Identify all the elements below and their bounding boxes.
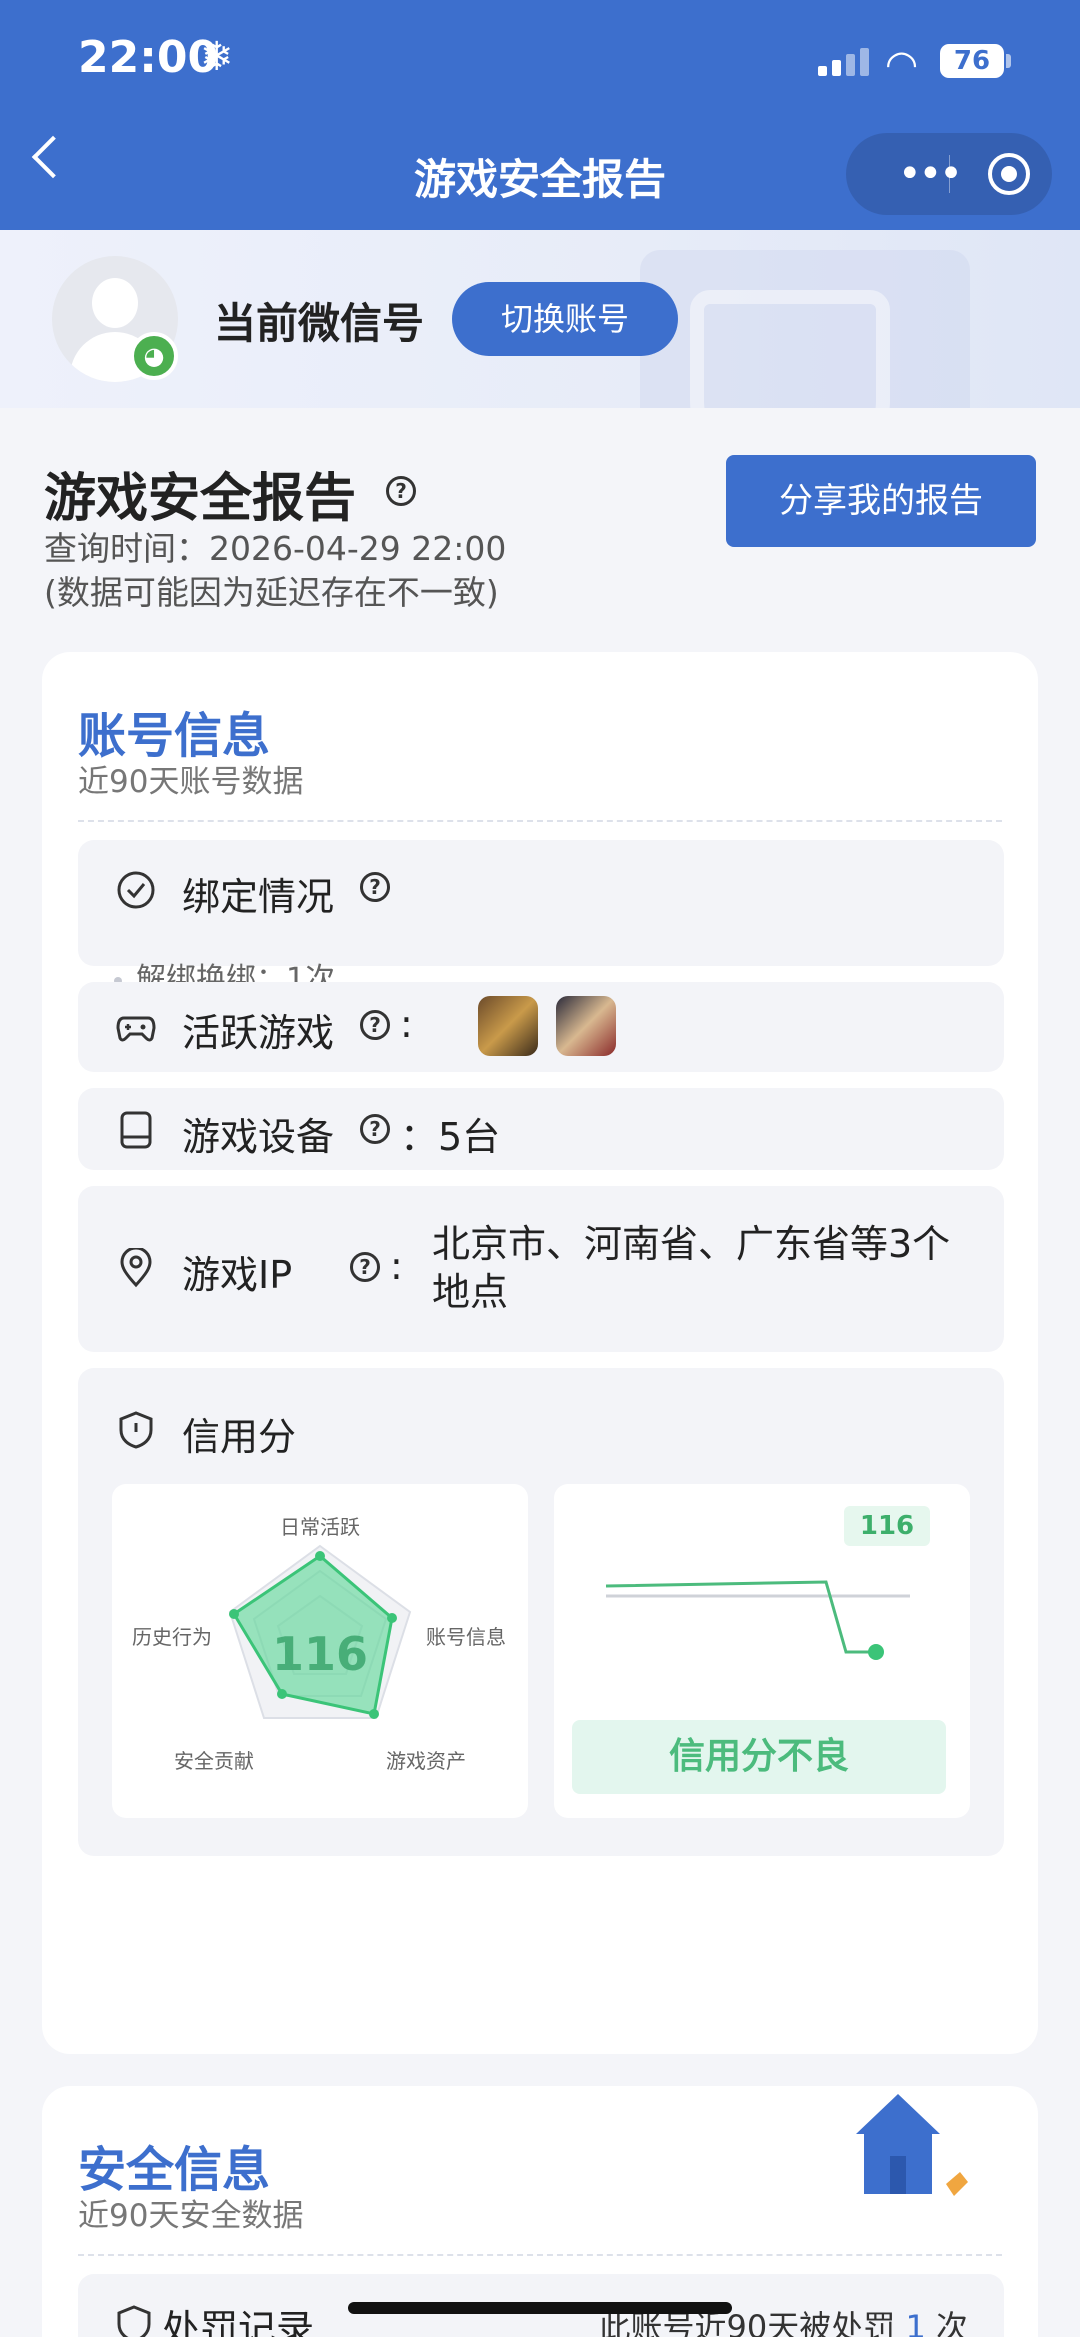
penalty-text-suffix: 次 (935, 2308, 968, 2337)
game-ip-value: 北京市、河南省、广东省等3个地点 (432, 1222, 951, 1314)
help-icon[interactable]: ? (360, 1114, 390, 1144)
active-games-label: 活跃游戏 (182, 1011, 335, 1055)
mini-program-close-icon[interactable] (988, 153, 1030, 195)
credit-trend-panel: 116 信用分不良 (554, 1484, 970, 1818)
battery-level: 76 (940, 44, 1004, 78)
avatar-head (92, 278, 138, 328)
phone-device-icon (120, 1111, 152, 1149)
penalty-label: 处罚记录 (162, 2307, 315, 2337)
account-name: 当前微信号 (214, 299, 425, 348)
location-pin-icon (120, 1248, 152, 1288)
shield-icon (117, 2305, 151, 2337)
account-info-card: 账号信息 近90天账号数据 绑定情况 ? 解绑换绑：1次 活跃游戏 ? : 游戏… (42, 652, 1038, 2054)
devices-value: ：5台 (400, 1115, 501, 1159)
radar-label-top: 日常活跃 (280, 1515, 360, 1539)
wifi-icon: ◠ (885, 42, 919, 86)
shield-watermark-icon (690, 290, 890, 408)
report-title: 游戏安全报告 (44, 469, 357, 529)
devices-label: 游戏设备 (182, 1115, 335, 1159)
binding-item: 绑定情况 ? 解绑换绑：1次 (78, 840, 1004, 997)
radar-label-bottom-right: 游戏资产 (386, 1749, 466, 1773)
wechat-icon: ◕ (130, 332, 178, 380)
switch-account-button[interactable]: 切换账号 (452, 282, 678, 356)
gamepad-icon (116, 1016, 156, 1042)
top-bar: 22:00 ❄ ◠ 76 游戏安全报告 ••• (0, 0, 1080, 230)
radar-label-left: 历史行为 (132, 1625, 212, 1649)
help-icon[interactable]: ? (360, 872, 390, 902)
snowflake-icon: ❄ (200, 34, 234, 80)
mini-program-capsule: ••• (846, 133, 1052, 215)
radar-label-bottom-left: 安全贡献 (174, 1749, 254, 1773)
cellular-signal-icon (818, 48, 870, 76)
game-icon-1[interactable] (478, 996, 538, 1056)
credit-radar-panel: 日常活跃 账号信息 游戏资产 安全贡献 历史行为 116 (112, 1484, 528, 1818)
game-ip-item: 游戏IP ? : 北京市、河南省、广东省等3个地点 (78, 1186, 1004, 1352)
status-time: 22:00 (78, 32, 219, 83)
data-delay-note: (数据可能因为延迟存在不一致) (44, 573, 499, 612)
divider (78, 2254, 1002, 2256)
game-ip-label: 游戏IP (182, 1253, 293, 1297)
more-dots-icon[interactable]: ••• (898, 151, 963, 197)
colon: : (390, 1244, 403, 1288)
home-icon[interactable] (844, 2094, 984, 2214)
binding-label: 绑定情况 (182, 875, 335, 919)
credit-score-item: 信用分 日常活跃 账号信息 游戏资产 安全贡献 历史行为 116 116 信用分… (78, 1368, 1004, 1856)
game-icon-2[interactable] (556, 996, 616, 1056)
active-games-item: 活跃游戏 ? : (78, 982, 1004, 1072)
battery-tip (1006, 54, 1011, 68)
credit-trend-chart (605, 1580, 910, 1660)
help-icon[interactable]: ? (360, 1010, 390, 1040)
query-time: 查询时间：2026-04-29 22:00 (44, 529, 507, 568)
section-subtitle: 近90天安全数据 (78, 2198, 304, 2234)
section-subtitle: 近90天账号数据 (78, 764, 304, 800)
radar-label-right: 账号信息 (426, 1625, 506, 1649)
security-info-card: 安全信息 近90天安全数据 处罚记录 此账号近90天被处罚 1 次 (42, 2086, 1038, 2337)
colon: : (400, 1002, 413, 1046)
home-indicator[interactable] (348, 2302, 732, 2314)
credit-status-badge: 信用分不良 (572, 1720, 946, 1794)
radar-score: 116 (272, 1627, 368, 1681)
devices-item: 游戏设备 ? ：5台 (78, 1088, 1004, 1170)
check-circle-icon (117, 871, 155, 909)
shield-icon (119, 1411, 153, 1449)
credit-radar-chart: 日常活跃 账号信息 游戏资产 安全贡献 历史行为 116 (132, 1515, 506, 1773)
account-banner: ◕ 当前微信号 切换账号 (0, 230, 1080, 408)
help-icon[interactable]: ? (386, 476, 416, 506)
share-report-button[interactable]: 分享我的报告 (726, 455, 1036, 547)
credit-label: 信用分 (182, 1415, 297, 1459)
help-icon[interactable]: ? (350, 1252, 380, 1282)
capsule-divider (949, 155, 950, 193)
penalty-count: 1 (905, 2308, 926, 2337)
divider (78, 820, 1002, 822)
